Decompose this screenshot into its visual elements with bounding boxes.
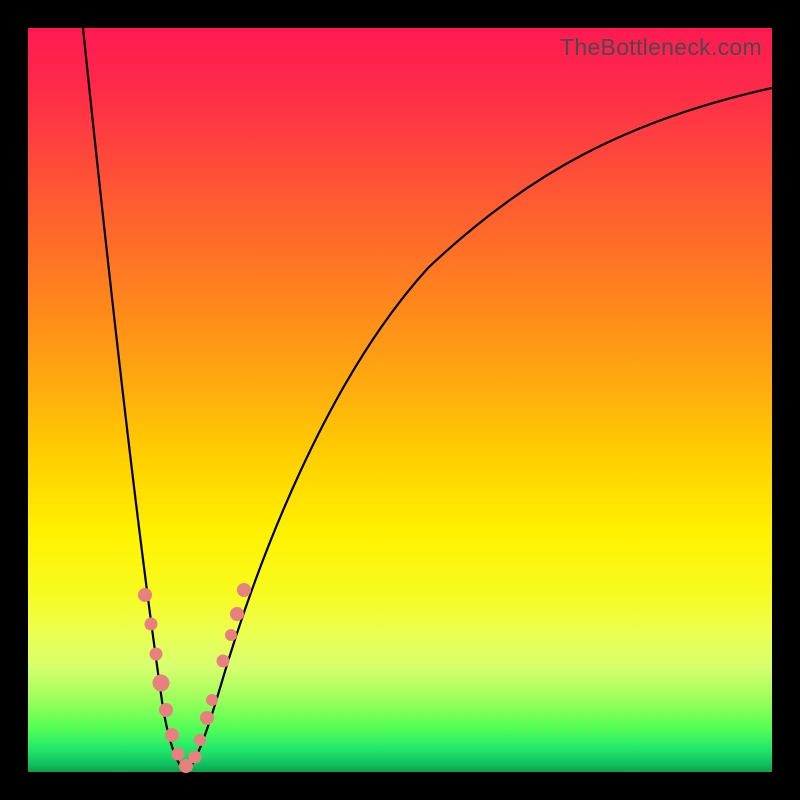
data-marker xyxy=(165,728,179,742)
data-marker xyxy=(159,703,173,717)
curve-right-branch xyxy=(186,88,772,772)
chart-frame: TheBottleneck.com xyxy=(0,0,800,800)
data-marker xyxy=(138,588,152,602)
data-marker xyxy=(194,734,206,746)
curve-left-branch xyxy=(83,28,186,772)
data-marker xyxy=(153,675,170,692)
curve-layer xyxy=(28,28,772,772)
data-marker xyxy=(150,648,163,661)
watermark-text: TheBottleneck.com xyxy=(560,34,762,61)
data-marker xyxy=(200,711,214,725)
data-marker xyxy=(145,618,158,631)
plot-area: TheBottleneck.com xyxy=(28,28,772,772)
data-marker xyxy=(225,629,237,641)
data-marker xyxy=(179,759,193,773)
data-marker xyxy=(206,694,218,706)
data-marker xyxy=(230,607,244,621)
data-marker xyxy=(172,748,185,761)
data-marker xyxy=(189,751,202,764)
data-marker xyxy=(237,583,251,597)
data-marker xyxy=(217,655,230,668)
